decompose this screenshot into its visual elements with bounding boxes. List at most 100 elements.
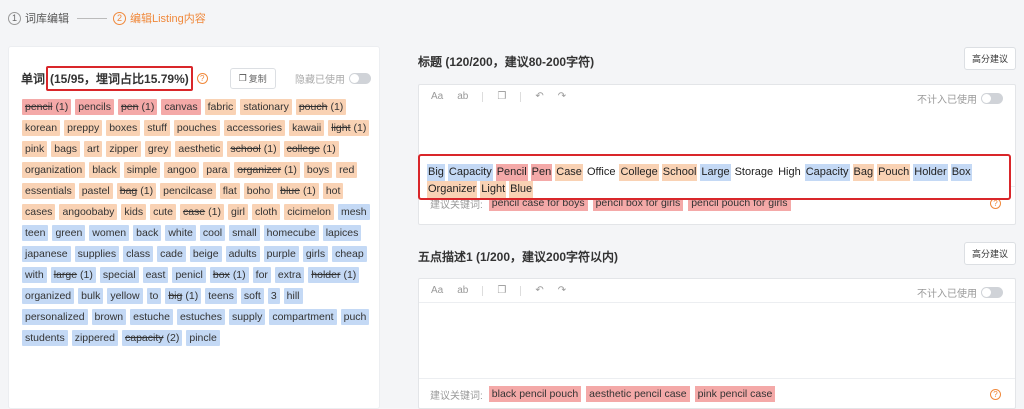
word-tag[interactable]: soft <box>240 288 264 304</box>
word-tag[interactable]: pouch (1) <box>295 99 347 115</box>
step-1[interactable]: 1 词库编辑 <box>8 10 69 26</box>
word-tag[interactable]: angoo <box>164 162 200 178</box>
word-tag[interactable]: para <box>203 162 231 178</box>
word-tag[interactable]: canvas <box>161 99 201 115</box>
word-tag[interactable]: yellow <box>107 288 143 304</box>
word-tag[interactable]: hot <box>322 183 344 199</box>
word-tag[interactable]: holder (1) <box>308 267 360 283</box>
word-tag[interactable]: east <box>142 267 169 283</box>
word-tag[interactable]: with <box>22 267 47 283</box>
word-tag[interactable]: bag (1) <box>116 183 157 199</box>
word-tag[interactable]: grey <box>144 141 172 157</box>
word-tag[interactable]: college (1) <box>283 141 339 157</box>
word-tag[interactable]: red <box>336 162 358 178</box>
word-tag[interactable]: boho <box>243 183 274 199</box>
copy-button[interactable]: ❐ 复制 <box>229 67 276 89</box>
word-tag[interactable]: pencil (1) <box>22 99 72 115</box>
hide-used-toggle[interactable] <box>349 72 371 84</box>
undo-icon[interactable]: ↶ <box>535 285 543 296</box>
word-tag[interactable]: organized <box>22 288 75 304</box>
word-tag[interactable]: zipper <box>106 141 141 157</box>
title-suggest-button[interactable]: 高分建议 <box>964 47 1016 70</box>
word-tag[interactable]: angoobaby <box>59 204 118 220</box>
word-tag[interactable]: flat <box>219 183 240 199</box>
word-tag[interactable]: art <box>84 141 103 157</box>
word-tag[interactable]: box (1) <box>209 267 249 283</box>
word-tag[interactable]: cute <box>150 204 176 220</box>
word-tag[interactable]: pen (1) <box>117 99 158 115</box>
word-tag[interactable]: girls <box>302 246 329 262</box>
word-tag[interactable]: for <box>252 267 271 283</box>
redo-icon[interactable]: ↷ <box>558 285 566 296</box>
word-tag[interactable]: small <box>229 225 260 241</box>
word-tag[interactable]: hill <box>283 288 303 304</box>
uppercase-button[interactable]: Aa <box>431 91 443 102</box>
bullet-editor[interactable]: Aa ab ❐ ↶ ↷ 不计入已使用 建议关键词: black pencil p… <box>418 278 1016 409</box>
uppercase-button[interactable]: Aa <box>431 285 443 296</box>
word-tag[interactable]: big (1) <box>165 288 202 304</box>
suggested-keyword[interactable]: black pencil pouch <box>488 386 582 402</box>
word-tag[interactable]: adults <box>225 246 260 262</box>
word-tag[interactable]: pencilcase <box>160 183 216 199</box>
word-tag[interactable]: cool <box>199 225 226 241</box>
word-tag[interactable]: supplies <box>74 246 120 262</box>
word-tag[interactable]: cade <box>157 246 186 262</box>
help-icon[interactable]: ? <box>196 72 208 84</box>
word-tag[interactable]: stuff <box>144 120 170 136</box>
word-tag[interactable]: brown <box>91 309 127 325</box>
word-tag[interactable]: 3 <box>267 288 280 304</box>
word-tag[interactable]: black <box>89 162 120 178</box>
word-tag[interactable]: aesthetic <box>175 141 224 157</box>
word-tag[interactable]: pencils <box>75 99 114 115</box>
copy-icon[interactable]: ❐ <box>497 285 506 296</box>
word-tag[interactable]: teens <box>205 288 237 304</box>
copy-icon[interactable]: ❐ <box>497 91 506 102</box>
word-tag[interactable]: to <box>146 288 162 304</box>
title-text-box[interactable]: Big Capacity Pencil Pen Case Office College Sch… <box>418 154 1011 200</box>
not-count-toggle[interactable] <box>981 287 1003 298</box>
word-tag[interactable]: cheap <box>332 246 367 262</box>
word-tag[interactable]: cicimelon <box>284 204 334 220</box>
word-tag[interactable]: special <box>99 267 139 283</box>
word-tag[interactable]: case (1) <box>179 204 224 220</box>
undo-icon[interactable]: ↶ <box>535 91 543 102</box>
help-icon[interactable]: ? <box>990 389 1001 400</box>
word-tag[interactable]: homecube <box>263 225 319 241</box>
word-tag[interactable]: puch <box>340 309 370 325</box>
not-count-toggle[interactable] <box>981 93 1003 104</box>
word-tag[interactable]: supply <box>228 309 266 325</box>
word-tag[interactable]: lapices <box>322 225 362 241</box>
suggested-keyword[interactable]: pink pencil case <box>694 386 776 402</box>
word-tag[interactable]: class <box>123 246 154 262</box>
word-tag[interactable]: preppy <box>64 120 103 136</box>
word-tag[interactable]: organization <box>22 162 86 178</box>
word-tag[interactable]: kawaii <box>289 120 325 136</box>
word-tag[interactable]: students <box>22 330 68 346</box>
word-tag[interactable]: stationary <box>240 99 292 115</box>
word-tag[interactable]: purple <box>263 246 299 262</box>
word-tag[interactable]: white <box>165 225 196 241</box>
lowercase-button[interactable]: ab <box>457 285 468 296</box>
word-tag[interactable]: pouches <box>173 120 220 136</box>
word-tag[interactable]: beige <box>189 246 222 262</box>
word-tag[interactable]: bulk <box>78 288 104 304</box>
word-tag[interactable]: extra <box>274 267 305 283</box>
word-tag[interactable]: women <box>89 225 130 241</box>
word-tag[interactable]: zippered <box>71 330 118 346</box>
word-tag[interactable]: back <box>133 225 162 241</box>
word-tag[interactable]: bags <box>51 141 81 157</box>
word-tag[interactable]: boys <box>303 162 333 178</box>
word-tag[interactable]: personalized <box>22 309 88 325</box>
word-tag[interactable]: teen <box>22 225 49 241</box>
word-tag[interactable]: kids <box>121 204 147 220</box>
word-tag[interactable]: cases <box>22 204 56 220</box>
word-tag[interactable]: large (1) <box>50 267 96 283</box>
word-tag[interactable]: pink <box>22 141 48 157</box>
word-tag[interactable]: penicl <box>172 267 206 283</box>
lowercase-button[interactable]: ab <box>457 91 468 102</box>
word-tag[interactable]: estuche <box>130 309 173 325</box>
word-tag[interactable]: cloth <box>252 204 281 220</box>
word-tag[interactable]: green <box>52 225 86 241</box>
word-tag[interactable]: essentials <box>22 183 75 199</box>
word-tag[interactable]: estuches <box>176 309 225 325</box>
